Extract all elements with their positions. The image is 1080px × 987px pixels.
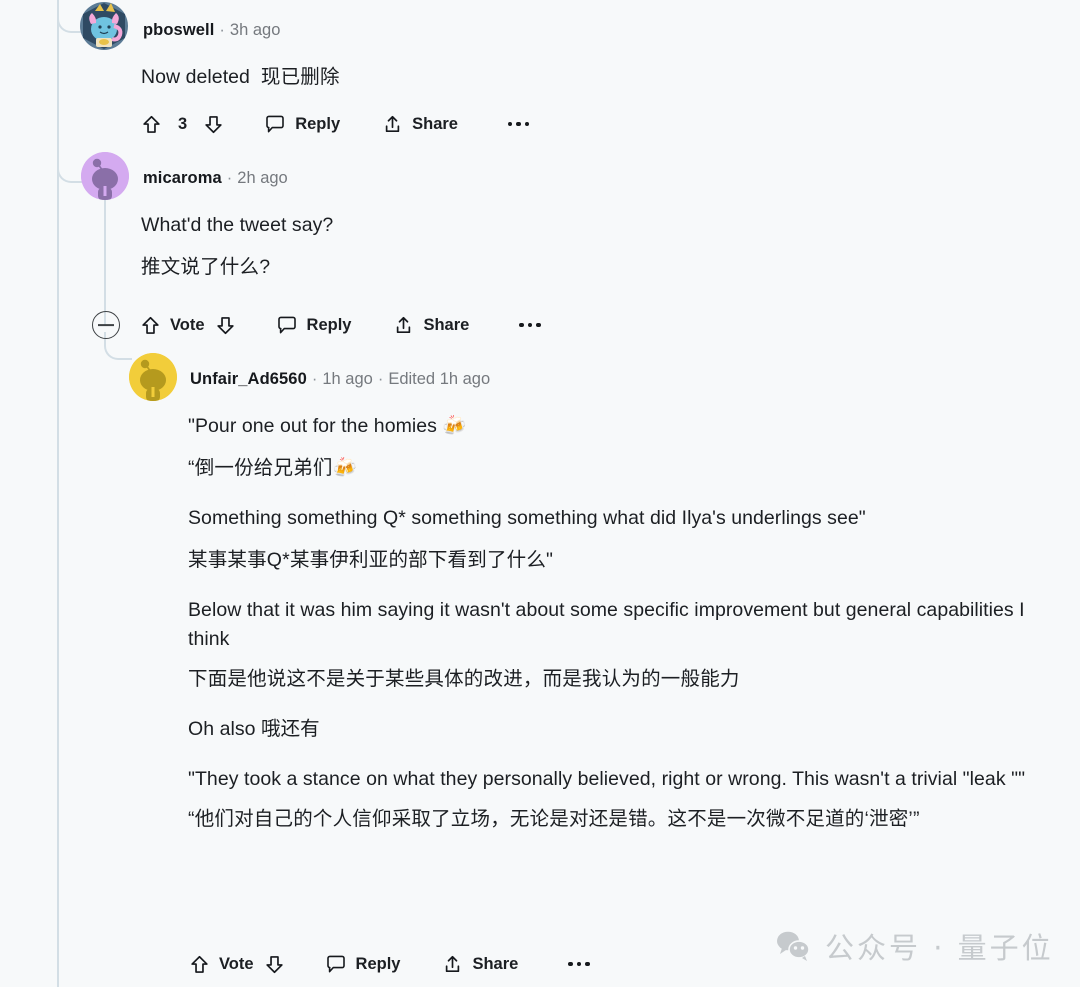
upvote-icon [191, 955, 208, 973]
upvote-icon [143, 115, 160, 133]
share-button[interactable]: Share [442, 954, 518, 975]
comment-bubble-icon [326, 955, 345, 973]
watermark: 公众号 · 量子位 [775, 925, 1054, 967]
dot [536, 322, 541, 328]
comment-actions: Vote Reply Share [92, 309, 541, 341]
dot [576, 961, 582, 967]
more-options-button[interactable] [519, 322, 541, 328]
timestamp: 3h ago [229, 21, 281, 39]
snoo-avatar-icon [81, 152, 129, 200]
paragraph-5-en: "They took a stance on what they persona… [188, 768, 1026, 790]
reply-button[interactable]: Reply [264, 113, 340, 135]
dot [524, 121, 530, 127]
username[interactable]: micaroma [143, 169, 222, 187]
dot [568, 961, 573, 967]
comment-text-zh: 现已删除 [260, 66, 340, 88]
paragraph-3-zh: 下面是他说这不是关于某些具体的改进，而是我认为的一般能力 [188, 668, 740, 690]
collapse-thread-button[interactable] [92, 311, 120, 339]
meta-separator: · [311, 370, 318, 388]
comment-meta: Unfair_Ad6560 · 1h ago · Edited 1h ago [190, 369, 490, 389]
dot [527, 322, 533, 328]
avatar[interactable] [81, 152, 129, 200]
reply-label: Reply [355, 954, 401, 973]
comment-bubble-icon [277, 316, 296, 334]
edited-label: Edited 1h ago [388, 370, 491, 388]
thread-line-root [57, 0, 59, 987]
paragraph-1-zh: “倒一份给兄弟们🍻 [188, 457, 358, 479]
comment-actions: Vote Reply Share [189, 948, 590, 980]
upvote-button[interactable] [141, 114, 162, 135]
dot [519, 322, 524, 328]
comment-meta: pboswell · 3h ago [143, 20, 280, 40]
more-options-button[interactable] [507, 121, 530, 127]
downvote-icon [205, 115, 222, 133]
comment-body: Now deleted 现已删除 [141, 63, 1021, 92]
upvote-button[interactable]: Vote [140, 315, 205, 336]
comment-text-line: Now deleted 现已删除 [141, 63, 1021, 92]
share-icon [397, 316, 411, 333]
share-label: Share [412, 114, 458, 133]
downvote-icon [216, 316, 234, 334]
vote-label: Vote [219, 954, 254, 973]
downvote-button[interactable] [264, 954, 285, 975]
thread-line-c2 [104, 200, 106, 325]
comment-bubble-icon [266, 115, 284, 133]
snoo-avatar-icon [129, 353, 177, 401]
nft-avatar-icon [80, 2, 128, 50]
share-icon [385, 115, 400, 132]
avatar[interactable] [80, 2, 128, 50]
reply-button[interactable]: Reply [325, 953, 401, 975]
comment-meta: micaroma · 2h ago [143, 168, 288, 188]
paragraph-4-en: Oh also 哦还有 [188, 718, 320, 740]
comment-text-zh: 推文说了什么? [141, 256, 271, 278]
timestamp: 1h ago [322, 370, 373, 388]
reply-label: Reply [306, 315, 352, 334]
comment-text-en: Now deleted [141, 66, 250, 88]
watermark-text: 公众号 · 量子位 [825, 931, 1054, 965]
paragraph-2-en: Something something Q* something somethi… [188, 507, 866, 529]
comment-actions: 3 Reply Share [141, 108, 530, 140]
upvote-icon [142, 316, 159, 334]
meta-separator: · [219, 21, 225, 39]
avatar[interactable] [129, 353, 177, 401]
downvote-button[interactable] [215, 315, 236, 336]
reply-label: Reply [295, 114, 341, 133]
comment-body: What'd the tweet say? 推文说了什么? [141, 211, 1001, 282]
timestamp: 2h ago [237, 169, 288, 187]
more-options-button[interactable] [568, 961, 590, 967]
comment-text-en: What'd the tweet say? [141, 214, 334, 236]
username[interactable]: pboswell [143, 21, 214, 39]
paragraph-2-zh: 某事某事Q*某事伊利亚的部下看到了什么" [188, 549, 554, 571]
share-label: Share [472, 954, 519, 973]
comment-body: "Pour one out for the homies 🍻 “倒一份给兄弟们🍻… [188, 412, 1056, 834]
paragraph-1-en: "Pour one out for the homies 🍻 [188, 415, 467, 437]
vote-count: 3 [178, 114, 188, 133]
vote-label: Vote [170, 315, 205, 334]
dot [585, 961, 590, 967]
paragraph-5-zh: “他们对自己的个人信仰采取了立场，无论是对还是错。这不是一次微不足道的‘泄密’” [188, 808, 920, 830]
share-label: Share [423, 315, 470, 334]
reply-button[interactable]: Reply [276, 314, 352, 336]
meta-separator: · [226, 169, 233, 187]
dot [507, 121, 513, 127]
meta-separator-2: · [377, 370, 384, 388]
share-button[interactable]: Share [393, 315, 469, 336]
downvote-icon [265, 955, 283, 973]
username[interactable]: Unfair_Ad6560 [190, 370, 307, 388]
dot [516, 121, 521, 127]
paragraph-3-en: Below that it was him saying it wasn't a… [188, 599, 1025, 650]
share-icon [446, 955, 460, 972]
upvote-button[interactable]: Vote [189, 954, 254, 975]
wechat-icon [777, 931, 810, 961]
downvote-button[interactable] [203, 114, 224, 135]
share-button[interactable]: Share [382, 114, 458, 135]
